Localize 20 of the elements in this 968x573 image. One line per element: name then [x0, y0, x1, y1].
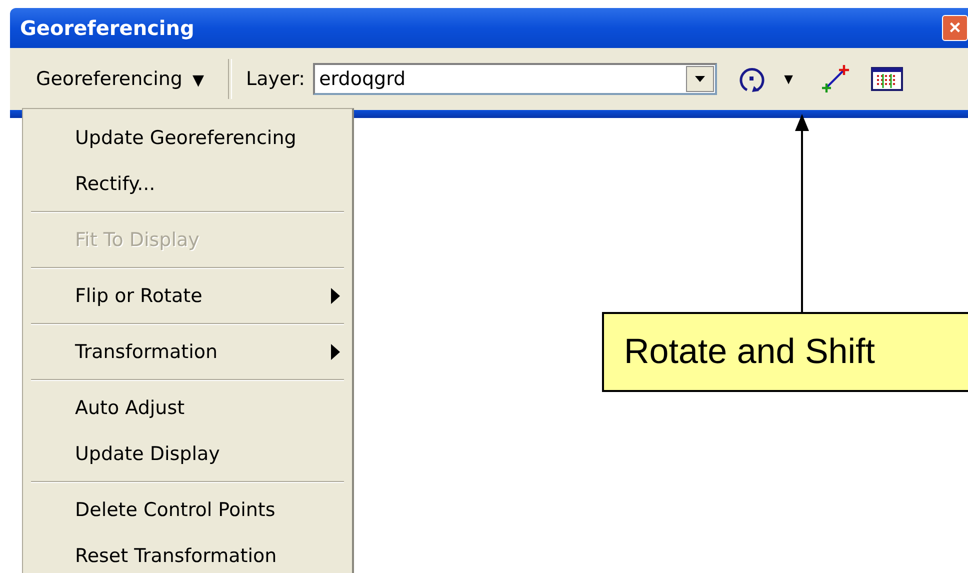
menu-item[interactable]: Update Georeferencing	[23, 115, 352, 161]
menu-item[interactable]: Transformation	[23, 329, 352, 375]
georeferencing-menu-button[interactable]: Georeferencing ▼	[28, 64, 212, 94]
caret-icon	[694, 75, 706, 83]
rotate-dropdown-button[interactable]: ▼	[777, 70, 800, 88]
window-title: Georeferencing	[19, 16, 194, 40]
layer-dropdown[interactable]: erdoqgrd	[313, 63, 718, 95]
dropdown-button[interactable]	[686, 66, 714, 92]
submenu-arrow-icon	[331, 288, 340, 304]
table-icon[interactable]	[870, 64, 904, 94]
menu-item[interactable]: Auto Adjust	[23, 385, 352, 431]
layer-label: Layer:	[246, 68, 306, 90]
callout-label: Rotate and Shift	[602, 312, 968, 392]
menu-item[interactable]: Rectify...	[23, 161, 352, 207]
menu-item[interactable]: Update Display	[23, 431, 352, 477]
menu-item[interactable]: Reset Transformation	[23, 533, 352, 573]
close-button[interactable]: ×	[942, 15, 968, 41]
menu-item[interactable]: Delete Control Points	[23, 487, 352, 533]
menu-item[interactable]: Flip or Rotate	[23, 273, 352, 319]
submenu-arrow-icon	[331, 344, 340, 360]
